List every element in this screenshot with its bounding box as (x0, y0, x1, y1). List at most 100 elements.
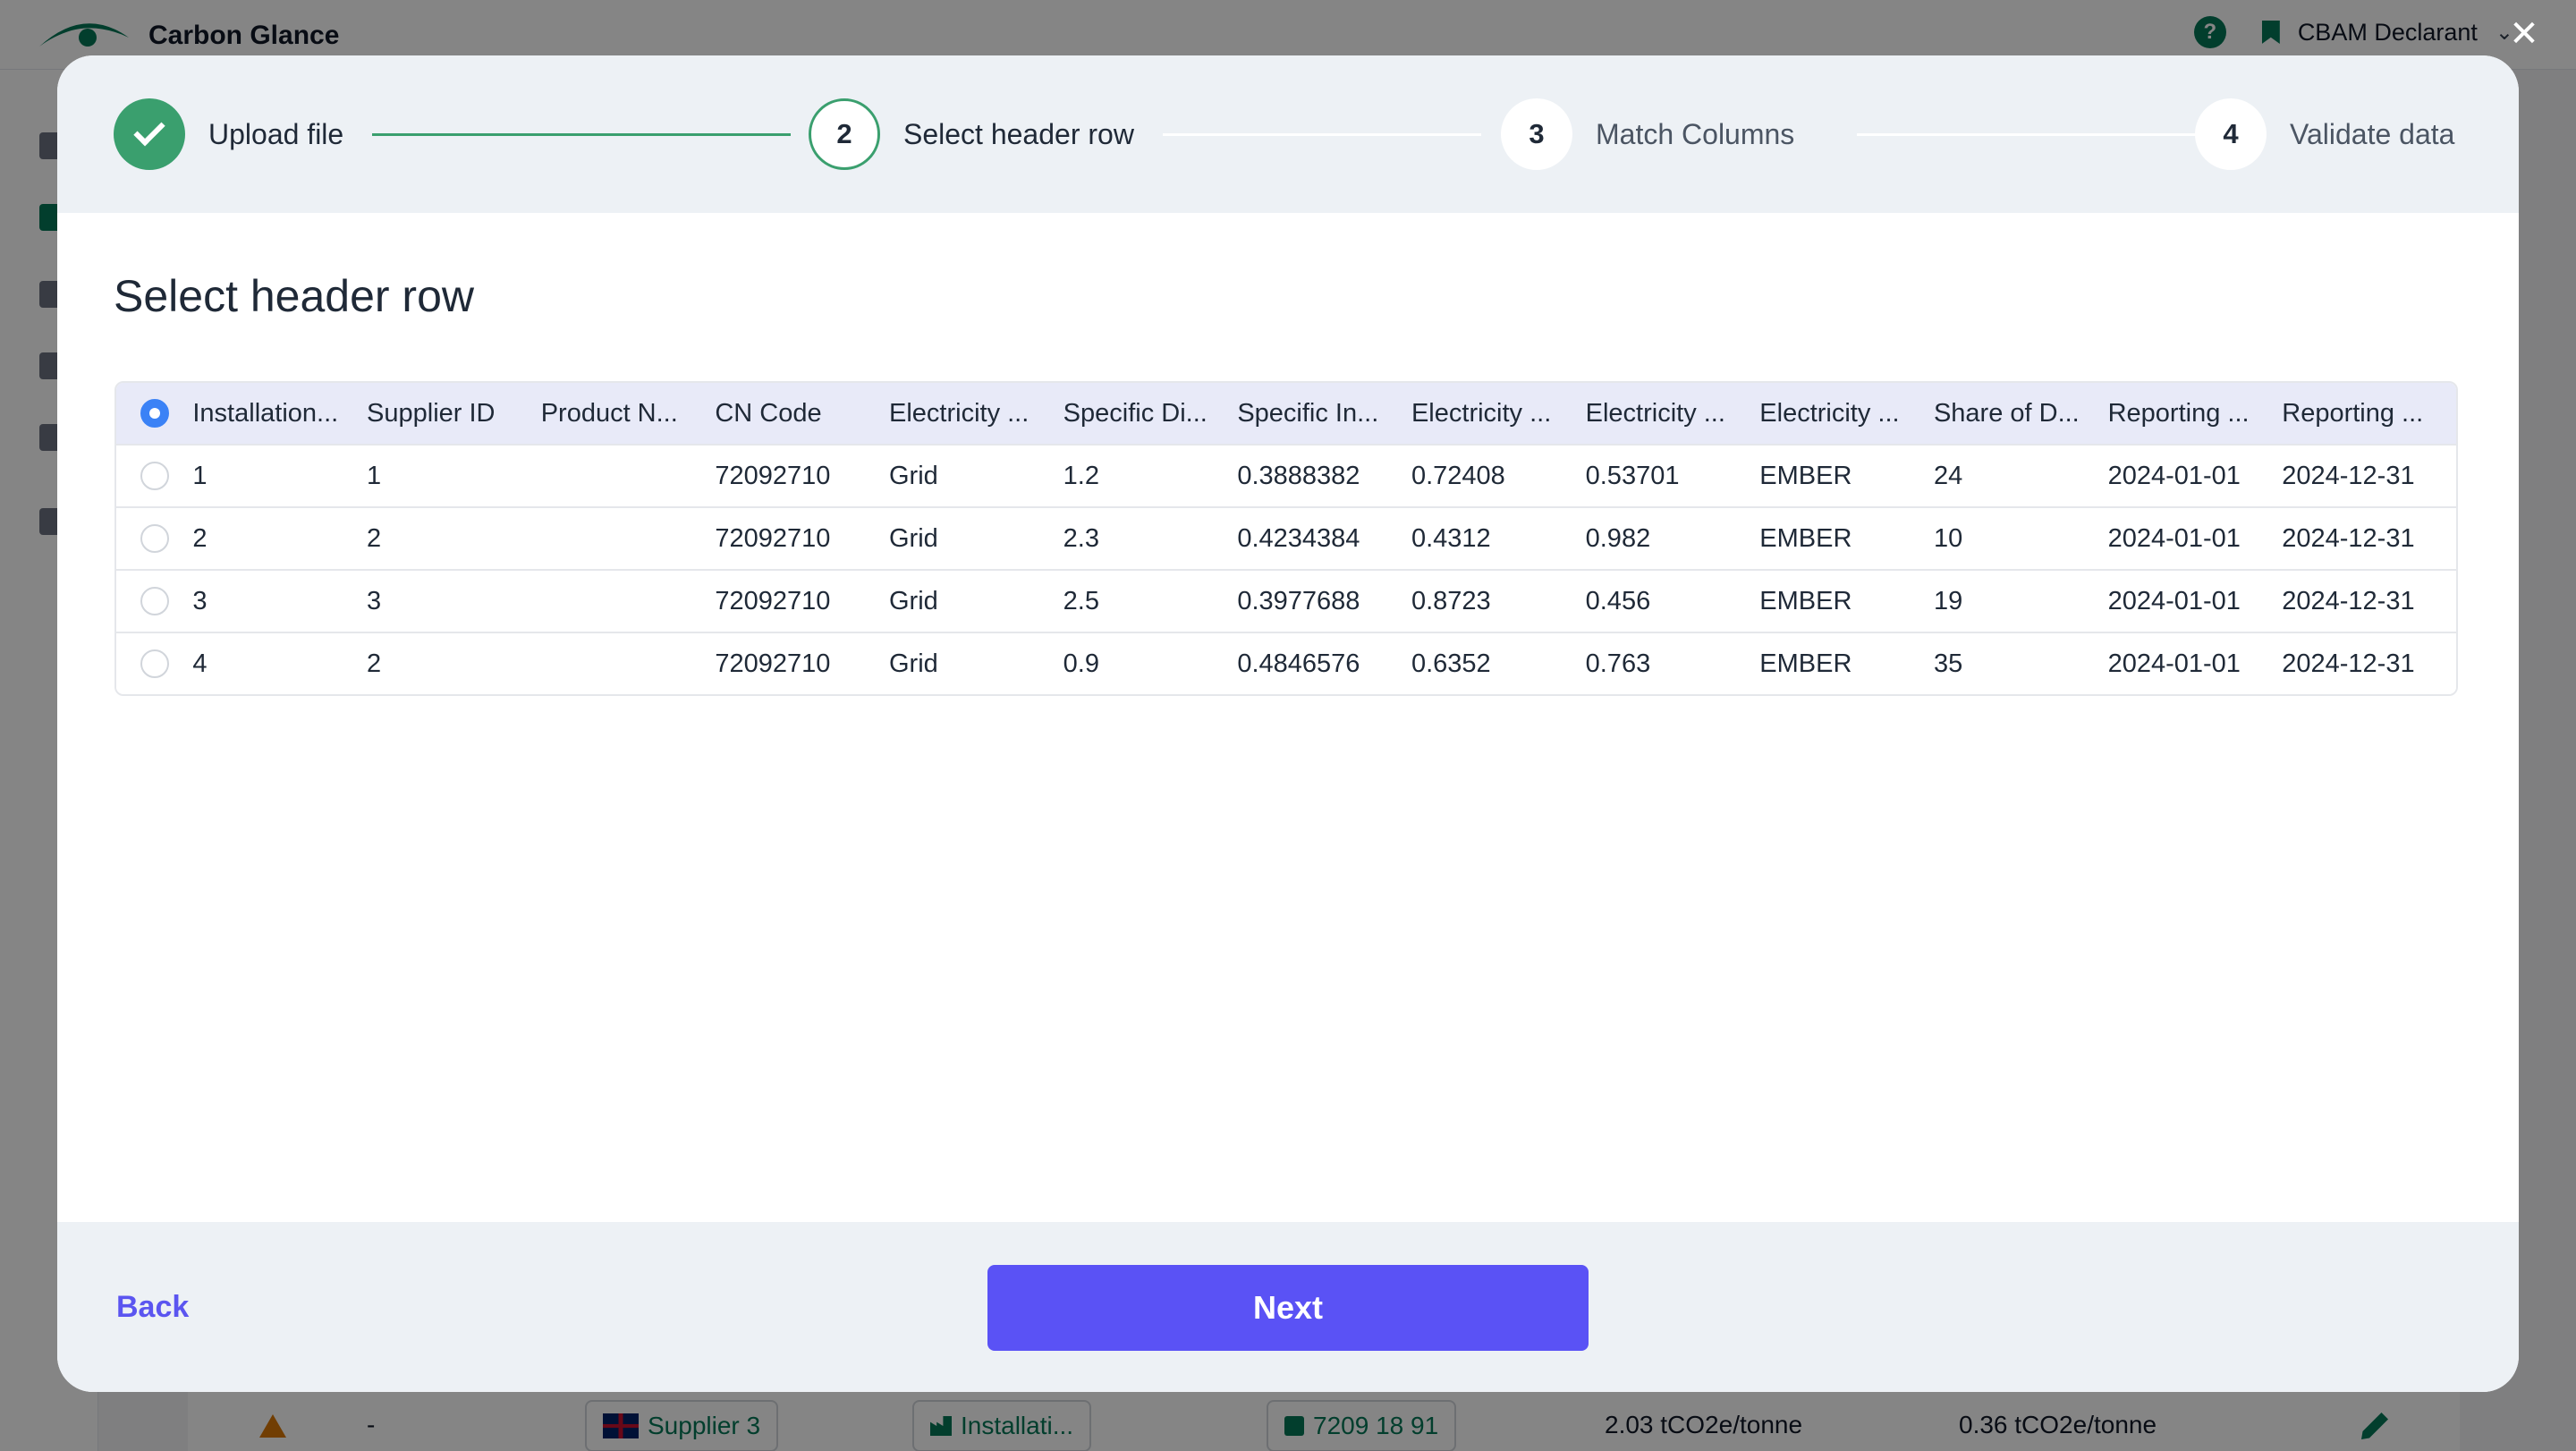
step-connector-1 (372, 133, 791, 136)
table-cell: 2024-01-01 (2107, 523, 2241, 553)
step-connector-3 (1857, 133, 2207, 136)
table-cell: Share of D... (1933, 398, 2080, 428)
table-cell: 2 (367, 649, 382, 678)
step-3-label: Match Columns (1596, 117, 1795, 150)
row-select-cell (116, 524, 192, 553)
table-cell: 0.6352 (1411, 649, 1491, 678)
table-cell: Electricity ... (1411, 398, 1552, 428)
table-cell: 2 (192, 523, 208, 553)
table-cell: 0.982 (1585, 523, 1651, 553)
table-cell: 3 (192, 586, 208, 615)
back-button[interactable]: Back (116, 1290, 189, 1325)
table-cell: CN Code (715, 398, 822, 428)
step-select-header-row: 2 Select header row (809, 98, 1134, 170)
table-cell: 1.2 (1063, 461, 1099, 490)
table-cell: 2024-12-31 (2282, 649, 2415, 678)
table-cell: 24 (1933, 461, 1963, 490)
table-row[interactable]: 4 2 72092710 Grid 0.9 0.4846576 0.6352 0.763 EMB… (116, 632, 2456, 694)
table-cell: 0.8723 (1411, 586, 1491, 615)
row-radio[interactable] (140, 462, 169, 490)
row-radio[interactable] (140, 524, 169, 553)
table-cell: Grid (889, 586, 938, 615)
table-cell: 35 (1933, 649, 1963, 678)
table-cell: 2 (367, 523, 382, 553)
table-cell: 0.4312 (1411, 523, 1491, 553)
table-cell: 19 (1933, 586, 1963, 615)
row-radio[interactable] (140, 649, 169, 678)
step-2-circle: 2 (809, 98, 880, 170)
header-row-table: Installation... Supplier ID Product N... CN… (114, 381, 2458, 696)
table-cell: Reporting ... (2282, 398, 2424, 428)
step-2-label: Select header row (903, 117, 1134, 150)
step-match-columns: 3 Match Columns (1501, 98, 1794, 170)
table-cell: 72092710 (715, 649, 831, 678)
row-select-cell (116, 399, 192, 428)
table-cell: 0.4234384 (1237, 523, 1360, 553)
table-cell: 1 (192, 461, 208, 490)
table-cell: 0.72408 (1411, 461, 1505, 490)
table-row-selected[interactable]: Installation... Supplier ID Product N... CN… (116, 383, 2456, 444)
row-radio[interactable] (140, 587, 169, 615)
table-cell: Installation... (192, 398, 339, 428)
table-cell: 1 (367, 461, 382, 490)
next-button[interactable]: Next (987, 1265, 1589, 1351)
table-cell: 2024-01-01 (2107, 586, 2241, 615)
table-cell: Supplier ID (367, 398, 496, 428)
row-select-cell (116, 587, 192, 615)
step-1-label: Upload file (208, 117, 344, 150)
step-3-circle: 3 (1501, 98, 1572, 170)
table-row[interactable]: 3 3 72092710 Grid 2.5 0.3977688 0.8723 0.456 EMB… (116, 569, 2456, 632)
table-cell: Electricity ... (1759, 398, 1900, 428)
table-cell: EMBER (1759, 461, 1852, 490)
stepper: Upload file 2 Select header row 3 Match … (57, 55, 2519, 213)
table-cell: 0.9 (1063, 649, 1099, 678)
table-cell: 2.5 (1063, 586, 1099, 615)
table-cell: 0.53701 (1585, 461, 1680, 490)
table-cell: Grid (889, 461, 938, 490)
table-cell: 3 (367, 586, 382, 615)
table-row[interactable]: 1 1 72092710 Grid 1.2 0.3888382 0.72408 0.53701… (116, 444, 2456, 506)
page-title: Select header row (114, 271, 475, 321)
row-select-cell (116, 462, 192, 490)
step-4-circle: 4 (2195, 98, 2267, 170)
table-cell: EMBER (1759, 523, 1852, 553)
table-cell: 2024-12-31 (2282, 586, 2415, 615)
table-cell: Reporting ... (2107, 398, 2250, 428)
table-cell: 0.456 (1585, 586, 1651, 615)
step-connector-2 (1163, 133, 1481, 136)
table-cell: 72092710 (715, 586, 831, 615)
table-cell: 2024-01-01 (2107, 649, 2241, 678)
step-1-circle (114, 98, 185, 170)
table-cell: EMBER (1759, 649, 1852, 678)
modal-footer: Back Next (57, 1222, 2519, 1392)
table-cell: Product N... (540, 398, 678, 428)
table-cell: 0.763 (1585, 649, 1651, 678)
table-cell: 72092710 (715, 461, 831, 490)
table-cell: Specific Di... (1063, 398, 1208, 428)
table-cell: 2.3 (1063, 523, 1099, 553)
table-cell: Grid (889, 523, 938, 553)
table-cell: EMBER (1759, 586, 1852, 615)
import-modal: Upload file 2 Select header row 3 Match … (57, 55, 2519, 1392)
checkmark-icon (133, 115, 165, 147)
table-cell: 10 (1933, 523, 1963, 553)
table-cell: 2024-12-31 (2282, 523, 2415, 553)
close-icon[interactable]: ✕ (2506, 16, 2542, 52)
table-cell: Electricity ... (1585, 398, 1725, 428)
row-select-cell (116, 649, 192, 678)
table-row[interactable]: 2 2 72092710 Grid 2.3 0.4234384 0.4312 0.982 EMB… (116, 506, 2456, 569)
row-radio[interactable] (140, 399, 169, 428)
table-cell: Electricity ... (889, 398, 1030, 428)
step-validate-data: 4 Validate data (2195, 98, 2454, 170)
table-cell: 2024-12-31 (2282, 461, 2415, 490)
table-cell: Specific In... (1237, 398, 1379, 428)
table-cell: 0.3888382 (1237, 461, 1360, 490)
step-4-label: Validate data (2290, 117, 2455, 150)
table-cell: 0.3977688 (1237, 586, 1360, 615)
table-cell: Grid (889, 649, 938, 678)
table-cell: 0.4846576 (1237, 649, 1360, 678)
step-upload-file: Upload file (114, 98, 343, 170)
table-cell: 4 (192, 649, 208, 678)
table-cell: 72092710 (715, 523, 831, 553)
table-cell: 2024-01-01 (2107, 461, 2241, 490)
